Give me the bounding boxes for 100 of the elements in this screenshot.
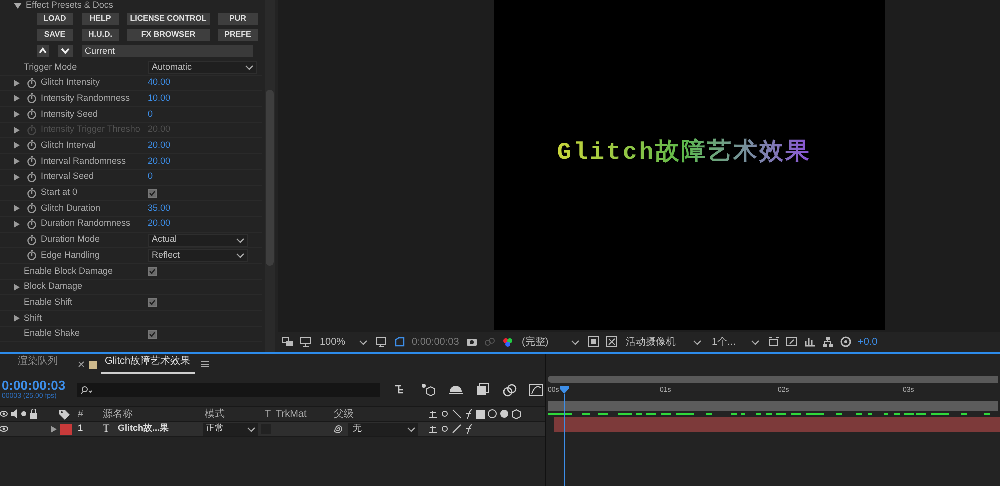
panel-tab[interactable]: 渲染队列 bbox=[14, 354, 62, 374]
view-layout-dropdown[interactable]: 1个... bbox=[710, 335, 762, 349]
layer-name[interactable]: Glitch故...果 bbox=[118, 422, 170, 436]
column-header[interactable]: 模式 bbox=[205, 406, 225, 422]
preset-button[interactable]: LOAD bbox=[37, 13, 73, 25]
adjustment-layer-icon[interactable] bbox=[500, 409, 509, 419]
preset-button[interactable]: H.U.D. bbox=[82, 29, 119, 41]
column-header[interactable]: 父级 bbox=[334, 406, 354, 422]
stopwatch-icon[interactable] bbox=[27, 250, 37, 260]
stopwatch-icon[interactable] bbox=[27, 93, 37, 104]
stopwatch-icon[interactable] bbox=[27, 78, 37, 88]
frame-blend-icon[interactable] bbox=[476, 409, 485, 419]
checkbox[interactable] bbox=[148, 188, 157, 198]
chart-icon[interactable] bbox=[804, 336, 816, 348]
solo-dot-icon[interactable] bbox=[21, 409, 27, 419]
stopwatch-icon[interactable] bbox=[27, 172, 37, 182]
camera-icon[interactable] bbox=[466, 336, 478, 348]
panel-tab[interactable]: Glitch故障艺术效果 bbox=[101, 354, 195, 374]
param-dropdown[interactable]: Actual bbox=[148, 234, 248, 247]
stopwatch-icon[interactable] bbox=[27, 140, 37, 150]
visibility-eye-icon[interactable] bbox=[0, 426, 8, 432]
expand-arrow-icon[interactable] bbox=[13, 314, 21, 323]
param-value[interactable]: 40.00 bbox=[148, 76, 171, 90]
scrollbar-thumb[interactable] bbox=[266, 90, 274, 266]
expand-arrow-icon[interactable] bbox=[13, 141, 21, 150]
column-header[interactable]: 源名称 bbox=[103, 406, 133, 422]
param-dropdown[interactable]: Reflect bbox=[148, 249, 248, 262]
stopwatch-icon[interactable] bbox=[27, 156, 37, 166]
motion-blur-icon[interactable] bbox=[488, 409, 497, 419]
mask-icon[interactable] bbox=[394, 336, 406, 348]
show-snapshot-icon[interactable] bbox=[786, 336, 798, 348]
transparency-grid-icon[interactable] bbox=[606, 336, 618, 348]
motion-blur-icon[interactable] bbox=[502, 383, 518, 397]
cube-icon[interactable] bbox=[512, 409, 521, 419]
shy-icon[interactable] bbox=[428, 409, 438, 419]
stopwatch-icon[interactable] bbox=[27, 188, 37, 198]
region-icon[interactable] bbox=[588, 336, 600, 348]
preset-button[interactable]: PREFE bbox=[218, 29, 258, 41]
expand-arrow-icon[interactable] bbox=[13, 94, 21, 104]
speaker-icon[interactable] bbox=[11, 409, 18, 419]
stopwatch-icon[interactable] bbox=[27, 203, 37, 214]
graph-editor-icon[interactable] bbox=[529, 383, 545, 397]
collapse-arrow-icon[interactable] bbox=[14, 2, 22, 10]
param-value[interactable]: 20.00 bbox=[148, 217, 171, 231]
preset-button[interactable]: PUR bbox=[218, 13, 258, 25]
camera-dropdown[interactable]: 活动摄像机 bbox=[624, 335, 704, 349]
flowchart-icon[interactable] bbox=[822, 336, 834, 348]
playhead-handle-icon[interactable] bbox=[560, 386, 569, 394]
expand-arrow-icon[interactable] bbox=[13, 220, 21, 229]
checkbox[interactable] bbox=[148, 298, 157, 308]
eye-icon[interactable] bbox=[0, 409, 8, 419]
blend-mode-dropdown[interactable]: 正常 bbox=[203, 422, 258, 436]
close-icon[interactable] bbox=[78, 361, 85, 368]
down-chevron-button[interactable] bbox=[58, 45, 73, 57]
monitor-icon[interactable] bbox=[300, 336, 312, 348]
exposure-icon[interactable] bbox=[840, 336, 852, 348]
exposure-value[interactable]: +0.0 bbox=[858, 334, 878, 350]
stopwatch-icon[interactable] bbox=[27, 218, 37, 229]
preset-button[interactable]: SAVE bbox=[37, 29, 73, 41]
param-value[interactable]: 35.00 bbox=[148, 202, 171, 216]
column-header[interactable]: # bbox=[78, 406, 84, 422]
menu-icon[interactable] bbox=[200, 361, 209, 368]
preset-button[interactable]: HELP bbox=[82, 13, 119, 25]
param-value[interactable]: 20.00 bbox=[148, 154, 171, 168]
shy-layers-icon[interactable] bbox=[448, 383, 464, 397]
column-header[interactable]: TrkMat bbox=[276, 406, 307, 422]
expand-arrow-icon[interactable] bbox=[13, 78, 21, 88]
search-field[interactable] bbox=[77, 383, 380, 397]
checkbox[interactable] bbox=[148, 330, 157, 339]
preset-button[interactable]: LICENSE CONTROL bbox=[127, 13, 210, 25]
up-chevron-button[interactable] bbox=[37, 45, 49, 57]
draft-3d-icon[interactable] bbox=[421, 383, 437, 397]
checkbox[interactable] bbox=[148, 266, 157, 276]
param-dropdown[interactable]: Automatic bbox=[148, 61, 257, 74]
shy-icon[interactable] bbox=[428, 424, 438, 434]
param-value[interactable]: 20.00 bbox=[148, 139, 171, 153]
parent-pickwhip-icon[interactable] bbox=[334, 424, 344, 434]
expand-arrow-icon[interactable] bbox=[50, 424, 58, 434]
expand-arrow-icon[interactable] bbox=[13, 110, 21, 120]
param-value[interactable]: 0 bbox=[148, 108, 154, 122]
timecode[interactable]: 0:00:00:03 bbox=[412, 334, 460, 350]
param-value[interactable]: 0 bbox=[148, 170, 154, 184]
frame-blending-icon[interactable] bbox=[475, 383, 491, 397]
lock-icon[interactable] bbox=[30, 409, 38, 419]
current-time[interactable]: 0:00:00:03 bbox=[2, 379, 78, 393]
overlay-icon[interactable] bbox=[282, 336, 294, 348]
effect-icon[interactable] bbox=[465, 424, 473, 434]
param-value[interactable]: 10.00 bbox=[148, 92, 171, 106]
preset-field[interactable]: Current bbox=[82, 45, 253, 57]
label-color-swatch[interactable] bbox=[60, 424, 72, 434]
resolution-dropdown[interactable]: (完整) bbox=[520, 335, 582, 349]
stopwatch-icon[interactable] bbox=[27, 234, 37, 245]
parent-dropdown[interactable]: 无 bbox=[348, 422, 418, 436]
stopwatch-icon[interactable] bbox=[27, 109, 37, 120]
expand-arrow-icon[interactable] bbox=[13, 157, 21, 166]
expand-arrow-icon[interactable] bbox=[13, 172, 21, 182]
snapshot-icon[interactable] bbox=[768, 336, 780, 348]
preset-button[interactable]: FX BROWSER bbox=[127, 29, 210, 41]
expand-arrow-icon[interactable] bbox=[13, 204, 21, 214]
column-header[interactable]: T bbox=[265, 406, 272, 422]
